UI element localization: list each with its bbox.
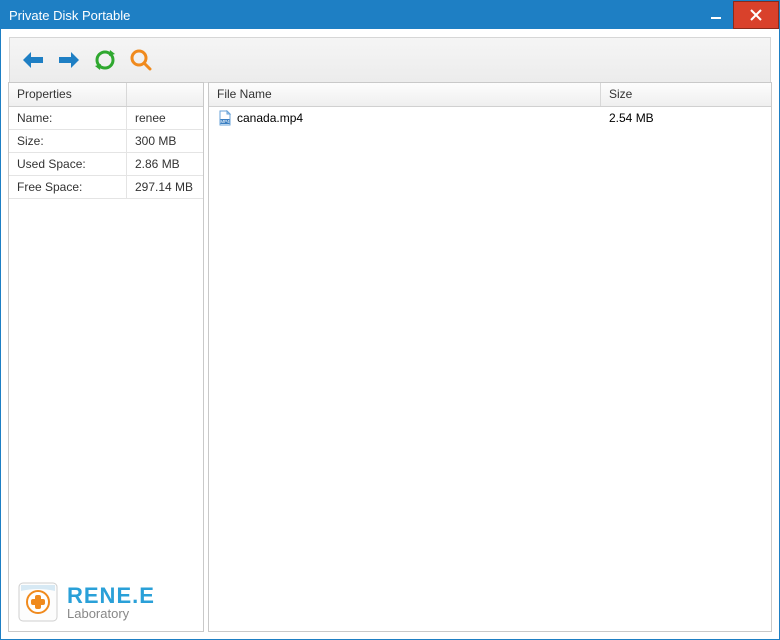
property-label: Name: [9, 107, 127, 129]
file-size: 2.54 MB [601, 109, 771, 127]
logo-text: RENE.E Laboratory [67, 585, 155, 620]
logo-line1: RENE.E [67, 585, 155, 607]
property-row: Size: 300 MB [9, 130, 203, 153]
properties-header[interactable]: Properties [9, 83, 127, 106]
mp4-file-icon: MP4 [217, 110, 233, 126]
property-value: renee [127, 107, 203, 129]
window-title: Private Disk Portable [9, 8, 699, 23]
properties-header-row: Properties [9, 83, 203, 107]
refresh-icon [94, 49, 116, 71]
file-header-row: File Name Size [209, 83, 771, 107]
properties-header-blank [127, 83, 203, 106]
file-size-header[interactable]: Size [601, 83, 771, 106]
close-button[interactable] [733, 1, 779, 29]
property-label: Used Space: [9, 153, 127, 175]
property-label: Free Space: [9, 176, 127, 198]
logo-icon [15, 579, 61, 625]
search-icon [130, 49, 152, 71]
minimize-icon [710, 9, 722, 21]
property-value: 2.86 MB [127, 153, 203, 175]
file-name: canada.mp4 [237, 111, 303, 125]
property-row: Free Space: 297.14 MB [9, 176, 203, 199]
back-button[interactable] [20, 47, 46, 73]
forward-button[interactable] [56, 47, 82, 73]
title-bar: Private Disk Portable [1, 1, 779, 29]
property-row: Used Space: 2.86 MB [9, 153, 203, 176]
file-row[interactable]: MP4 canada.mp4 2.54 MB [209, 107, 771, 129]
brand-logo: RENE.E Laboratory [15, 579, 155, 625]
logo-line2: Laboratory [67, 607, 155, 620]
main-area: Properties Name: renee Size: 300 MB Used… [8, 82, 772, 632]
forward-arrow-icon [57, 50, 81, 70]
minimize-button[interactable] [699, 1, 733, 29]
file-name-header[interactable]: File Name [209, 83, 601, 106]
property-label: Size: [9, 130, 127, 152]
properties-panel: Properties Name: renee Size: 300 MB Used… [8, 82, 204, 632]
search-button[interactable] [128, 47, 154, 73]
file-list-panel: File Name Size MP4 canada.mp4 2.54 MB [208, 82, 772, 632]
refresh-button[interactable] [92, 47, 118, 73]
property-value: 297.14 MB [127, 176, 203, 198]
property-value: 300 MB [127, 130, 203, 152]
svg-text:MP4: MP4 [220, 119, 230, 124]
back-arrow-icon [21, 50, 45, 70]
toolbar [9, 37, 771, 83]
property-row: Name: renee [9, 107, 203, 130]
close-icon [750, 9, 762, 21]
